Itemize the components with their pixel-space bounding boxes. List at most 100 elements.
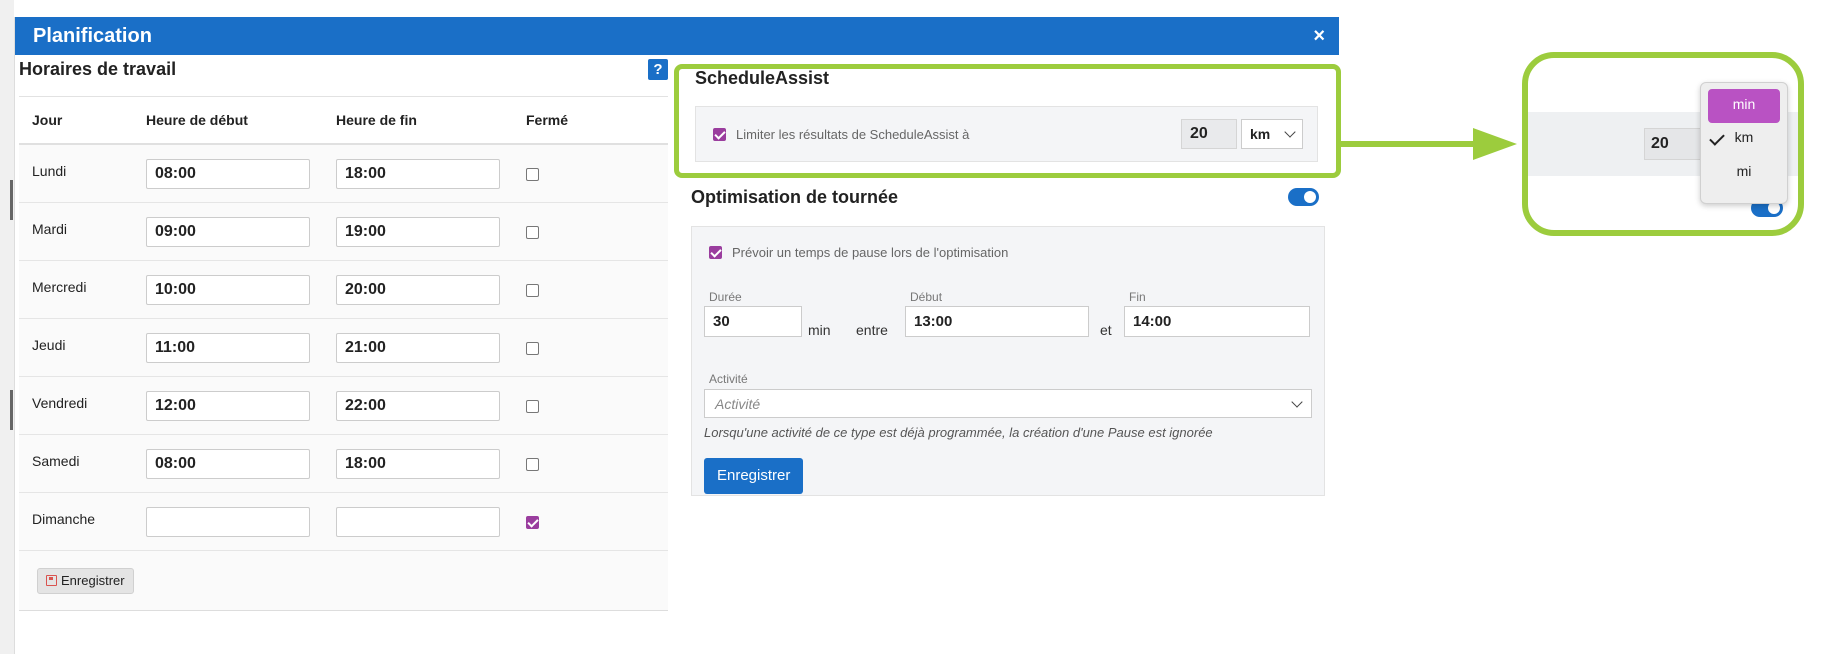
end-label: Fin — [1129, 290, 1146, 304]
edge-mark — [10, 180, 13, 220]
callout-arrow-line — [1340, 141, 1475, 147]
closed-checkbox[interactable] — [526, 516, 539, 530]
pause-checkbox[interactable] — [709, 246, 722, 259]
day-label: Dimanche — [32, 511, 96, 527]
end-time-input[interactable]: 20:00 — [336, 274, 500, 305]
end-time-input[interactable]: 18:00 — [336, 158, 500, 189]
table-row: Mardi 09:00 19:00 — [19, 203, 668, 261]
start-label: Début — [910, 290, 943, 304]
closed-checkbox[interactable] — [526, 284, 539, 298]
work-hours-title-row: Horaires de travail ? — [19, 54, 668, 84]
table-header: Jour Heure de début Heure de fin Fermé — [19, 97, 668, 145]
work-hours-title: Horaires de travail — [19, 58, 177, 79]
closed-cell — [526, 398, 668, 414]
option-label: mi — [1736, 163, 1752, 179]
end-cell: 20:00 — [336, 274, 526, 305]
column-closed: Fermé — [526, 112, 569, 128]
day-label: Jeudi — [32, 337, 66, 353]
save-label: Enregistrer — [61, 573, 125, 588]
start-cell: 10:00 — [146, 274, 336, 305]
zoom-callout: 20 min km mi — [1522, 52, 1804, 236]
closed-cell — [526, 456, 668, 472]
option-label: min — [1732, 96, 1756, 112]
table-row: Vendredi 12:00 22:00 — [19, 377, 668, 435]
edge-mark — [10, 390, 13, 430]
table-body: Lundi 08:00 18:00 Mardi 09:00 19:00 Mercredi 10… — [19, 145, 668, 551]
column-start: Heure de début — [146, 112, 248, 128]
and-label: et — [1100, 322, 1112, 338]
closed-checkbox[interactable] — [526, 400, 539, 414]
pause-fields: Durée 30 min entre Début 13:00 et Fin 14… — [704, 290, 1312, 368]
option-label: km — [1734, 129, 1754, 145]
end-cell: 18:00 — [336, 158, 526, 189]
optimisation-title-row: Optimisation de tournée — [691, 182, 1325, 212]
activity-placeholder: Activité — [715, 395, 761, 412]
end-cell: 18:00 — [336, 448, 526, 479]
closed-checkbox[interactable] — [526, 168, 539, 182]
start-cell — [146, 506, 336, 537]
start-cell: 09:00 — [146, 216, 336, 247]
work-hours-save-button[interactable]: Enregistrer — [37, 567, 134, 594]
screenshot-root: Planification × Horaires de travail ? Jo… — [0, 0, 1844, 654]
closed-checkbox[interactable] — [526, 342, 539, 356]
closed-cell — [526, 282, 668, 298]
start-time-input[interactable]: 08:00 — [146, 448, 310, 479]
optimisation-box: Prévoir un temps de pause lors de l'opti… — [691, 226, 1325, 496]
end-cell — [336, 506, 526, 537]
pause-label: Prévoir un temps de pause lors de l'opti… — [732, 245, 1009, 260]
start-time-input[interactable]: 11:00 — [146, 332, 310, 363]
check-icon — [1709, 130, 1725, 146]
optimisation-title: Optimisation de tournée — [691, 186, 899, 207]
dropdown-option-min[interactable]: min — [1708, 89, 1780, 123]
start-cell: 12:00 — [146, 390, 336, 421]
table-row: Dimanche — [19, 493, 668, 551]
dropdown-option-mi[interactable]: mi — [1701, 157, 1787, 191]
start-time-input[interactable]: 08:00 — [146, 158, 310, 189]
save-disk-icon — [46, 575, 57, 586]
start-time-input[interactable]: 09:00 — [146, 216, 310, 247]
start-cell: 11:00 — [146, 332, 336, 363]
start-time-input[interactable] — [146, 506, 310, 537]
chevron-down-icon — [1291, 395, 1303, 408]
day-label: Lundi — [32, 163, 67, 179]
closed-cell — [526, 166, 668, 182]
table-row: Jeudi 11:00 21:00 — [19, 319, 668, 377]
activity-select[interactable]: Activité — [704, 389, 1312, 418]
optimisation-save-button[interactable]: Enregistrer — [704, 458, 804, 494]
unit-dropdown-menu: min km mi — [1700, 82, 1788, 204]
close-icon[interactable]: × — [1313, 25, 1325, 48]
end-time-input[interactable]: 19:00 — [336, 216, 500, 247]
day-label: Vendredi — [32, 395, 88, 411]
duration-input[interactable]: 30 — [704, 306, 802, 337]
end-time-input[interactable]: 21:00 — [336, 332, 500, 363]
end-time-input[interactable] — [336, 506, 500, 537]
table-row: Mercredi 10:00 20:00 — [19, 261, 668, 319]
day-label: Mercredi — [32, 279, 87, 295]
activity-label: Activité — [709, 372, 748, 386]
help-icon[interactable]: ? — [648, 58, 668, 80]
end-input[interactable]: 14:00 — [1124, 306, 1310, 337]
work-hours-panel: Horaires de travail ? Jour Heure de débu… — [19, 54, 668, 611]
table-row: Samedi 08:00 18:00 — [19, 435, 668, 493]
optimisation-toggle[interactable] — [1288, 188, 1319, 206]
closed-cell — [526, 340, 668, 356]
modal-header: Planification × — [15, 17, 1339, 55]
end-cell: 21:00 — [336, 332, 526, 363]
closed-checkbox[interactable] — [526, 458, 539, 472]
work-hours-table: Jour Heure de début Heure de fin Fermé L… — [19, 96, 668, 611]
left-edge — [0, 0, 14, 654]
end-time-input[interactable]: 18:00 — [336, 448, 500, 479]
table-row: Lundi 08:00 18:00 — [19, 145, 668, 203]
end-time-input[interactable]: 22:00 — [336, 390, 500, 421]
closed-checkbox[interactable] — [526, 226, 539, 240]
day-label: Samedi — [32, 453, 80, 469]
column-day: Jour — [32, 112, 63, 128]
work-hours-footer: Enregistrer — [19, 551, 668, 611]
start-time-input[interactable]: 10:00 — [146, 274, 310, 305]
start-cell: 08:00 — [146, 158, 336, 189]
end-cell: 19:00 — [336, 216, 526, 247]
dropdown-option-km[interactable]: km — [1701, 123, 1787, 157]
start-time-input[interactable]: 12:00 — [146, 390, 310, 421]
start-input[interactable]: 13:00 — [905, 306, 1089, 337]
activity-hint: Lorsqu'une activité de ce type est déjà … — [704, 425, 1213, 440]
